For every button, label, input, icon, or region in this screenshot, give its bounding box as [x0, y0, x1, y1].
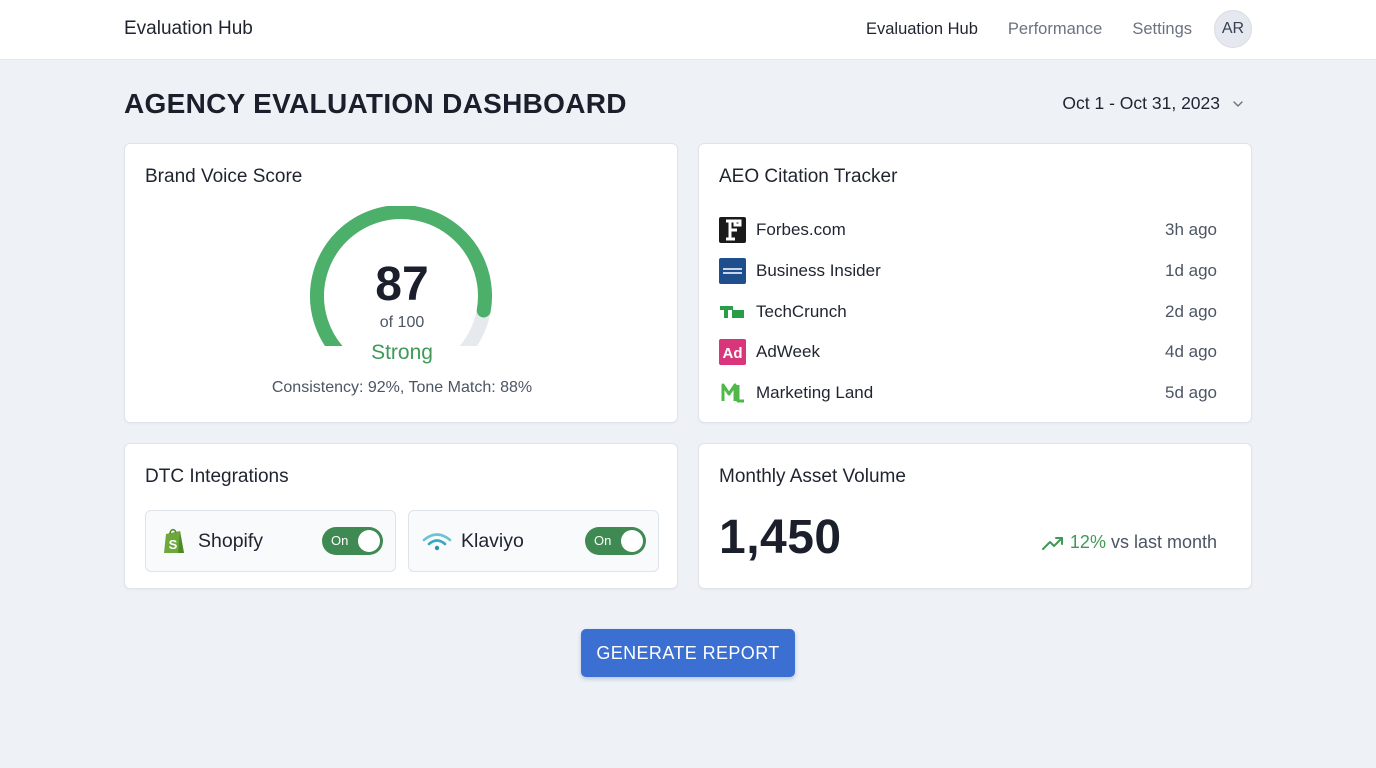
monthly-asset-volume-card: Monthly Asset Volume 1,450 12% vs last m…	[698, 443, 1252, 589]
citation-time: 5d ago	[1165, 383, 1217, 403]
shopify-toggle[interactable]: On	[322, 527, 383, 555]
integration-klaviyo: Klaviyo On	[408, 510, 659, 572]
dtc-title: DTC Integrations	[145, 466, 289, 487]
volume-trend: 12% vs last month	[1041, 532, 1217, 553]
citation-row-business-insider[interactable]: Business Insider 1d ago	[719, 251, 1217, 292]
brand-voice-card: Brand Voice Score 87 of 100 Strong Consi…	[124, 143, 678, 423]
svg-text:Ad: Ad	[723, 345, 743, 362]
citation-row-techcrunch[interactable]: TechCrunch 2d ago	[719, 291, 1217, 332]
brand-voice-max: of 100	[379, 314, 425, 331]
citation-name: Business Insider	[756, 261, 881, 281]
adweek-logo-icon: Ad	[719, 339, 746, 366]
forbes-logo-icon	[719, 217, 746, 244]
integration-name: Shopify	[198, 529, 264, 552]
trend-percent: 12%	[1069, 532, 1106, 552]
date-range-label: Oct 1 - Oct 31, 2023	[1062, 93, 1220, 113]
toggle-state: On	[594, 533, 612, 548]
user-avatar[interactable]: AR	[1214, 10, 1252, 48]
brand-voice-detail: Consistency: 92%, Tone Match: 88%	[271, 379, 533, 396]
marketing-land-logo-icon	[721, 383, 744, 403]
citation-name: Marketing Land	[756, 383, 874, 403]
asset-volume-value: 1,450	[719, 511, 842, 564]
shopify-logo-icon: S	[164, 528, 184, 553]
citation-time: 2d ago	[1165, 301, 1217, 321]
nav-evaluation-hub[interactable]: Evaluation Hub	[866, 20, 978, 39]
toggle-state: On	[331, 533, 349, 548]
citation-name: Forbes.com	[756, 220, 846, 240]
business-insider-logo-icon	[719, 258, 746, 285]
generate-report-button[interactable]: GENERATE REPORT	[581, 629, 795, 677]
app-brand[interactable]: Evaluation Hub	[124, 18, 253, 40]
trending-up-icon	[1041, 536, 1063, 550]
citation-name: TechCrunch	[756, 301, 847, 321]
svg-text:S: S	[169, 537, 178, 552]
top-navigation-bar: Evaluation Hub Evaluation Hub Performanc…	[0, 0, 1376, 60]
citation-time: 4d ago	[1165, 342, 1217, 362]
page-title: AGENCY EVALUATION DASHBOARD	[124, 88, 627, 119]
citation-name: AdWeek	[756, 342, 820, 362]
toggle-knob	[621, 530, 643, 552]
date-range-picker[interactable]: Oct 1 - Oct 31, 2023	[1062, 93, 1244, 114]
citation-row-forbes[interactable]: Forbes.com 3h ago	[719, 210, 1217, 251]
nav-settings[interactable]: Settings	[1132, 20, 1192, 39]
citation-time: 1d ago	[1165, 261, 1217, 281]
aeo-citation-card: AEO Citation Tracker Forbes.com 3h ago B…	[698, 143, 1252, 423]
toggle-knob	[358, 530, 380, 552]
brand-voice-rating: Strong	[371, 341, 433, 364]
citation-list: Forbes.com 3h ago Business Insider 1d ag…	[719, 210, 1217, 413]
citation-row-adweek[interactable]: Ad AdWeek 4d ago	[719, 332, 1217, 373]
techcrunch-logo-icon	[720, 305, 744, 318]
dtc-integrations-card: DTC Integrations S Shopify On Klaviyo On	[124, 443, 678, 589]
integration-name: Klaviyo	[461, 529, 524, 552]
brand-voice-title: Brand Voice Score	[145, 166, 303, 187]
brand-voice-score: 87	[375, 258, 429, 311]
citation-time: 3h ago	[1165, 220, 1217, 240]
volume-title: Monthly Asset Volume	[719, 466, 906, 487]
klaviyo-logo-icon	[422, 533, 452, 551]
main-nav: Evaluation Hub Performance Settings AR	[866, 10, 1252, 48]
integration-shopify: S Shopify On	[145, 510, 396, 572]
klaviyo-toggle[interactable]: On	[585, 527, 646, 555]
citation-row-marketing-land[interactable]: Marketing Land 5d ago	[719, 373, 1217, 414]
chevron-down-icon	[1233, 100, 1243, 107]
nav-performance[interactable]: Performance	[1008, 20, 1102, 39]
aeo-title: AEO Citation Tracker	[719, 166, 898, 187]
trend-text: vs last month	[1110, 532, 1217, 552]
